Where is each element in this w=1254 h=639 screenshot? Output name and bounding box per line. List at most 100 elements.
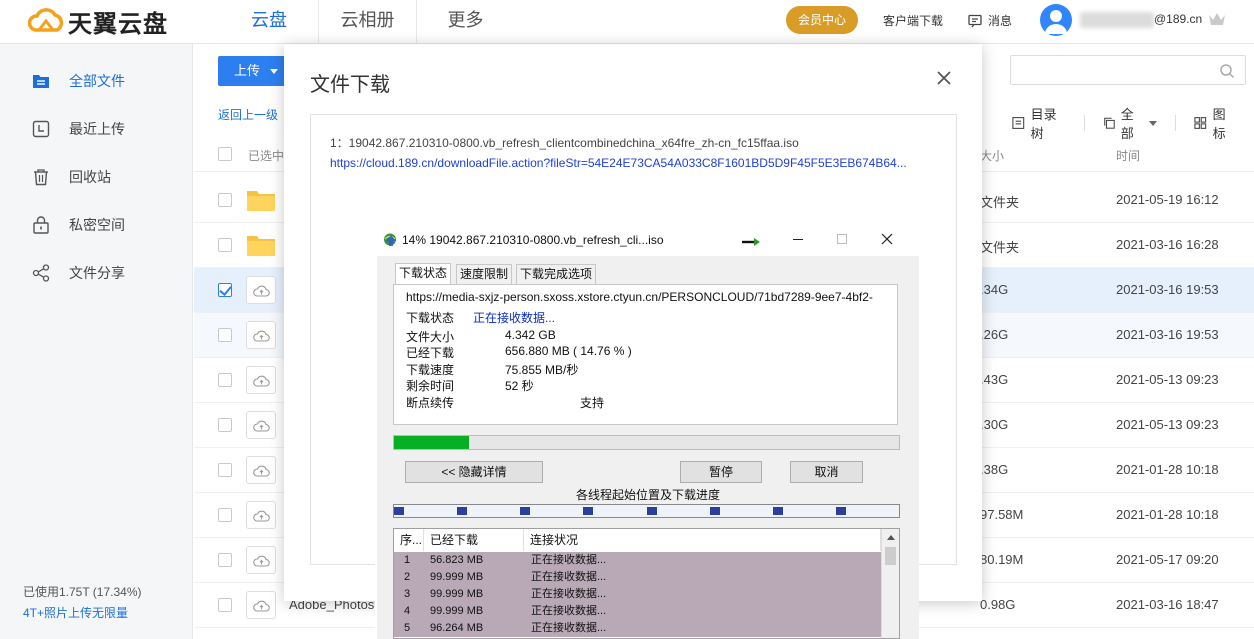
thread-status: 正在接收数据... xyxy=(531,588,607,600)
nav-cloud-album[interactable]: 云相册 xyxy=(318,0,416,44)
thread-marker xyxy=(710,507,720,515)
sidebar-item-all-files[interactable]: 全部文件 xyxy=(32,69,125,93)
top-header: 天翼云盘 云盘 云相册 更多 会员中心 客户端下载 消息 @189.cn xyxy=(0,0,1254,44)
idm-globe-icon xyxy=(384,233,396,246)
sidebar-item-label: 回收站 xyxy=(69,169,111,185)
row-time: 2021-03-16 18:47 xyxy=(1116,597,1219,612)
row-time: 2021-01-28 10:18 xyxy=(1116,507,1219,522)
thread-row[interactable]: 2 99.999 MB 正在接收数据... xyxy=(394,569,881,586)
sidebar-item-label: 最近上传 xyxy=(69,121,125,137)
thread-index: 2 xyxy=(404,571,411,583)
chevron-down-icon xyxy=(270,69,278,74)
sidebar-item-recent-uploads[interactable]: 最近上传 xyxy=(32,117,125,141)
vip-center-button[interactable]: 会员中心 xyxy=(786,6,858,34)
list-icon xyxy=(1012,117,1025,129)
row-checkbox[interactable] xyxy=(218,328,232,342)
row-checkbox[interactable] xyxy=(218,373,232,387)
sidebar-item-label: 全部文件 xyxy=(69,73,125,89)
maximize-button[interactable] xyxy=(837,234,847,244)
folder-icon xyxy=(246,233,276,257)
col-downloaded[interactable]: 已经下载 xyxy=(424,529,524,551)
thread-marker xyxy=(394,507,404,515)
scroll-up-icon[interactable] xyxy=(887,535,895,540)
messages-link[interactable]: 消息 xyxy=(968,12,1012,29)
tab-speed-limit[interactable]: 速度限制 xyxy=(456,264,513,285)
resume-label: 断点续传 xyxy=(406,396,455,410)
row-size: 0.98G xyxy=(980,597,1016,612)
thread-marker xyxy=(457,507,467,515)
search-input[interactable] xyxy=(1010,55,1246,85)
col-index[interactable]: 序... xyxy=(394,529,424,551)
thread-marker xyxy=(647,507,657,515)
row-checkbox[interactable] xyxy=(218,553,232,567)
row-checkbox[interactable] xyxy=(218,283,232,297)
thread-downloaded: 96.264 MB xyxy=(430,622,484,634)
thread-table-scrollbar[interactable] xyxy=(881,529,899,638)
header-time[interactable]: 时间 xyxy=(1116,147,1140,164)
row-time: 2021-03-16 19:53 xyxy=(1116,282,1219,297)
row-size: .38G xyxy=(980,462,1009,477)
message-icon xyxy=(968,14,982,27)
time-left-value: 52 秒 xyxy=(505,379,534,393)
pause-button[interactable]: 暂停 xyxy=(680,461,762,483)
row-time: 2021-05-13 09:23 xyxy=(1116,417,1219,432)
header-selected: 已选中 xyxy=(248,149,285,163)
row-checkbox[interactable] xyxy=(218,463,232,477)
row-time: 2021-03-16 16:28 xyxy=(1116,237,1219,252)
downloaded-label: 已经下载 xyxy=(406,346,455,360)
download-source-url: https://media-sxjz-person.sxoss.xstore.c… xyxy=(406,290,873,304)
row-size: .30G xyxy=(980,417,1009,432)
idm-titlebar[interactable]: 14% 19042.867.210310-0800.vb_refresh_cli… xyxy=(375,222,919,256)
back-to-parent-link[interactable]: 返回上一级 xyxy=(218,106,278,123)
clock-icon xyxy=(32,120,50,138)
avatar[interactable] xyxy=(1040,4,1072,36)
storage-usage: 已使用1.75T (17.34%) xyxy=(23,585,142,599)
header-size[interactable]: 大小 xyxy=(980,147,1004,164)
nav-cloud-drive[interactable]: 云盘 xyxy=(220,0,318,44)
arrow-right-icon xyxy=(742,238,760,246)
thread-status: 正在接收数据... xyxy=(531,605,607,617)
speed-value: 75.855 MB/秒 xyxy=(505,363,579,377)
time-left-label: 剩余时间 xyxy=(406,379,455,393)
client-download-link[interactable]: 客户端下载 xyxy=(883,12,943,29)
account-domain[interactable]: @189.cn xyxy=(1154,12,1202,26)
copy-icon xyxy=(1103,117,1115,129)
row-checkbox[interactable] xyxy=(218,598,232,612)
row-checkbox[interactable] xyxy=(218,418,232,432)
download-progress-bar xyxy=(393,435,900,450)
row-time: 2021-05-17 09:20 xyxy=(1116,552,1219,567)
upload-button[interactable]: 上传 xyxy=(218,56,286,86)
row-size: .43G xyxy=(980,372,1009,387)
select-all-checkbox[interactable] xyxy=(218,147,232,161)
cancel-button[interactable]: 取消 xyxy=(790,461,863,483)
thread-row[interactable]: 1 56.823 MB 正在接收数据... xyxy=(394,552,881,569)
close-icon[interactable] xyxy=(936,70,952,86)
minimize-button[interactable] xyxy=(793,239,803,240)
tab-completion-options[interactable]: 下载完成选项 xyxy=(516,264,597,285)
sidebar-item-private-space[interactable]: 私密空间 xyxy=(32,213,125,237)
nav-more[interactable]: 更多 xyxy=(416,0,514,44)
thread-row[interactable]: 5 96.264 MB 正在接收数据... xyxy=(394,620,881,637)
row-checkbox[interactable] xyxy=(218,193,232,207)
sidebar-item-file-share[interactable]: 文件分享 xyxy=(32,261,125,285)
thread-row[interactable]: 4 99.999 MB 正在接收数据... xyxy=(394,603,881,620)
hide-details-button[interactable]: << 隐藏详情 xyxy=(405,461,543,483)
thread-caption: 各线程起始位置及下载进度 xyxy=(575,488,720,502)
logo[interactable]: 天翼云盘 xyxy=(28,6,168,38)
downloaded-value: 656.880 MB ( 14.76 % ) xyxy=(505,344,632,358)
idm-title: 14% 19042.867.210310-0800.vb_refresh_cli… xyxy=(402,233,664,247)
tab-download-status[interactable]: 下载状态 xyxy=(395,263,452,285)
row-size: .34G xyxy=(980,282,1009,297)
col-connection-status[interactable]: 连接状况 xyxy=(524,529,881,551)
file-thumbnail xyxy=(246,591,276,619)
close-icon[interactable] xyxy=(881,233,893,245)
scroll-thumb[interactable] xyxy=(885,547,896,565)
download-url-link[interactable]: https://cloud.189.cn/downloadFile.action… xyxy=(330,156,940,170)
sidebar-item-recycle-bin[interactable]: 回收站 xyxy=(32,165,111,189)
search-icon[interactable] xyxy=(1219,63,1235,79)
photo-unlimited-link[interactable]: 4T+照片上传无限量 xyxy=(23,604,128,621)
row-checkbox[interactable] xyxy=(218,238,232,252)
thread-downloaded: 99.999 MB xyxy=(430,588,484,600)
row-checkbox[interactable] xyxy=(218,508,232,522)
thread-row[interactable]: 3 99.999 MB 正在接收数据... xyxy=(394,586,881,603)
